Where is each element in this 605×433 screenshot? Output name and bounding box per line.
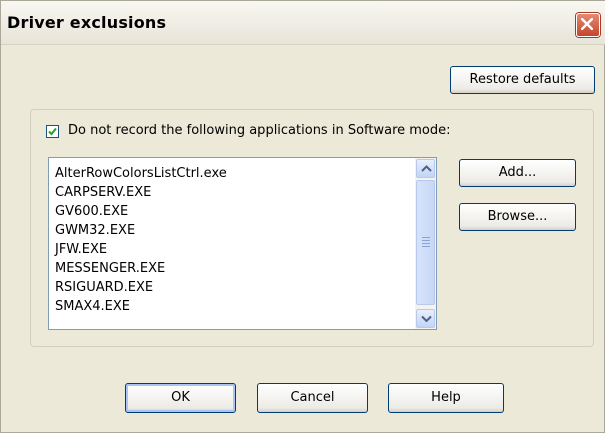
browse-button[interactable]: Browse... xyxy=(459,203,576,231)
list-item[interactable]: CARPSERV.EXE xyxy=(55,183,227,202)
list-item[interactable]: GWM32.EXE xyxy=(55,221,227,240)
applications-list: AlterRowColorsListCtrl.exe CARPSERV.EXE … xyxy=(55,164,227,316)
restore-defaults-button[interactable]: Restore defaults xyxy=(450,66,595,94)
list-item[interactable]: MESSENGER.EXE xyxy=(55,259,227,278)
list-item[interactable]: JFW.EXE xyxy=(55,240,227,259)
title-bar[interactable]: Driver exclusions xyxy=(1,1,605,45)
scroll-down-button[interactable] xyxy=(416,309,435,328)
chevron-down-icon xyxy=(421,315,432,322)
scroll-up-button[interactable] xyxy=(416,159,435,178)
ok-button[interactable]: OK xyxy=(125,383,236,413)
help-button[interactable]: Help xyxy=(388,383,504,413)
list-item[interactable]: SMAX4.EXE xyxy=(55,297,227,316)
scroll-thumb[interactable] xyxy=(416,180,435,305)
chevron-up-icon xyxy=(421,165,432,172)
cancel-button[interactable]: Cancel xyxy=(257,383,368,413)
applications-listbox[interactable]: AlterRowColorsListCtrl.exe CARPSERV.EXE … xyxy=(48,157,437,330)
grip-icon xyxy=(422,237,430,249)
dialog-title: Driver exclusions xyxy=(7,13,167,32)
checkmark-icon xyxy=(48,127,57,136)
driver-exclusions-dialog: Driver exclusions Restore defaults Do no… xyxy=(0,0,605,433)
close-x-icon xyxy=(581,18,593,30)
list-scrollbar[interactable] xyxy=(415,158,436,329)
add-button[interactable]: Add... xyxy=(459,159,576,187)
exclusion-checkbox[interactable] xyxy=(46,125,59,138)
list-item[interactable]: RSIGUARD.EXE xyxy=(55,278,227,297)
list-item[interactable]: GV600.EXE xyxy=(55,202,227,221)
exclusion-checkbox-label: Do not record the following applications… xyxy=(68,123,451,138)
close-button[interactable] xyxy=(576,13,600,37)
list-item[interactable]: AlterRowColorsListCtrl.exe xyxy=(55,164,227,183)
